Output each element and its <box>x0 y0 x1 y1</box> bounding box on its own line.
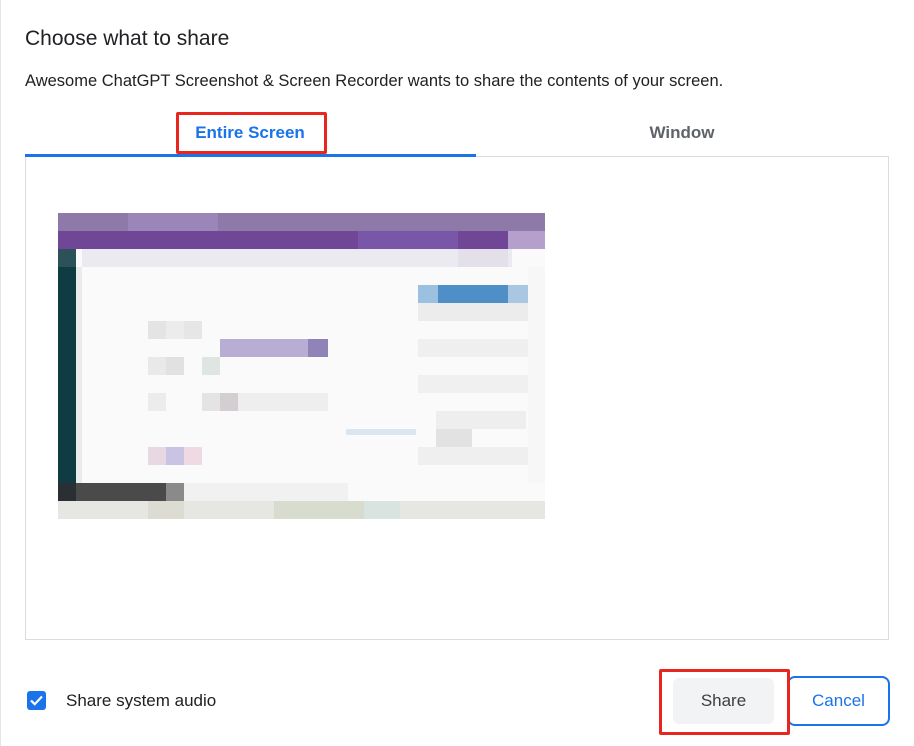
thumbnail-pixel <box>184 447 202 465</box>
share-audio-checkbox[interactable] <box>27 691 46 710</box>
thumbnail-pixel <box>436 429 472 447</box>
thumbnail-pixel <box>220 393 238 411</box>
thumbnail-pixel <box>528 267 545 483</box>
thumbnail-pixel <box>128 213 218 231</box>
dialog-edge <box>0 0 1 746</box>
thumbnail-pixel <box>58 249 76 267</box>
thumbnail-pixel <box>148 357 166 375</box>
checkmark-icon <box>30 695 43 706</box>
cancel-button[interactable]: Cancel <box>787 676 890 726</box>
thumbnail-pixel <box>148 393 166 411</box>
thumbnail-pixel <box>58 231 545 249</box>
dialog-subtitle: Awesome ChatGPT Screenshot & Screen Reco… <box>25 72 724 90</box>
thumbnail-pixel <box>358 231 458 249</box>
tab-bar: Entire Screen Window <box>25 110 889 158</box>
thumbnail-pixel <box>166 447 184 465</box>
thumbnail-pixel <box>82 249 512 267</box>
thumbnail-pixel <box>418 447 528 465</box>
share-button[interactable]: Share <box>673 678 774 724</box>
thumbnail-pixel <box>148 321 166 339</box>
thumbnail-pixel <box>308 339 328 357</box>
thumbnail-pixel <box>346 429 416 435</box>
dialog-title: Choose what to share <box>25 27 230 50</box>
thumbnail-pixel <box>238 393 328 411</box>
thumbnail-pixel <box>166 357 184 375</box>
thumbnail-pixel <box>58 483 76 501</box>
thumbnail-pixel <box>274 501 364 519</box>
thumbnail-pixel <box>148 447 166 465</box>
thumbnail-pixel <box>364 501 400 519</box>
share-dialog: Choose what to share Awesome ChatGPT Scr… <box>0 0 914 746</box>
thumbnail-pixel <box>418 375 528 393</box>
thumbnail-pixel <box>58 249 76 501</box>
thumbnail-pixel <box>418 339 528 357</box>
thumbnail-pixel <box>202 393 220 411</box>
entire-screen-thumbnail[interactable] <box>58 213 545 519</box>
thumbnail-pixel <box>418 303 528 321</box>
thumbnail-pixel <box>202 357 220 375</box>
tab-entire-screen[interactable]: Entire Screen <box>25 110 475 156</box>
tab-window[interactable]: Window <box>457 110 907 156</box>
thumbnail-pixel <box>508 285 528 303</box>
share-audio-label: Share system audio <box>66 691 217 710</box>
thumbnail-pixel <box>436 411 526 429</box>
thumbnail-pixel <box>76 267 82 501</box>
thumbnail-pixel <box>418 285 438 303</box>
thumbnail-pixel <box>166 321 184 339</box>
thumbnail-pixel <box>148 501 184 519</box>
thumbnail-pixel <box>458 249 508 267</box>
thumbnail-pixel <box>166 483 184 501</box>
source-preview-panel <box>25 157 889 640</box>
thumbnail-pixel <box>184 321 202 339</box>
